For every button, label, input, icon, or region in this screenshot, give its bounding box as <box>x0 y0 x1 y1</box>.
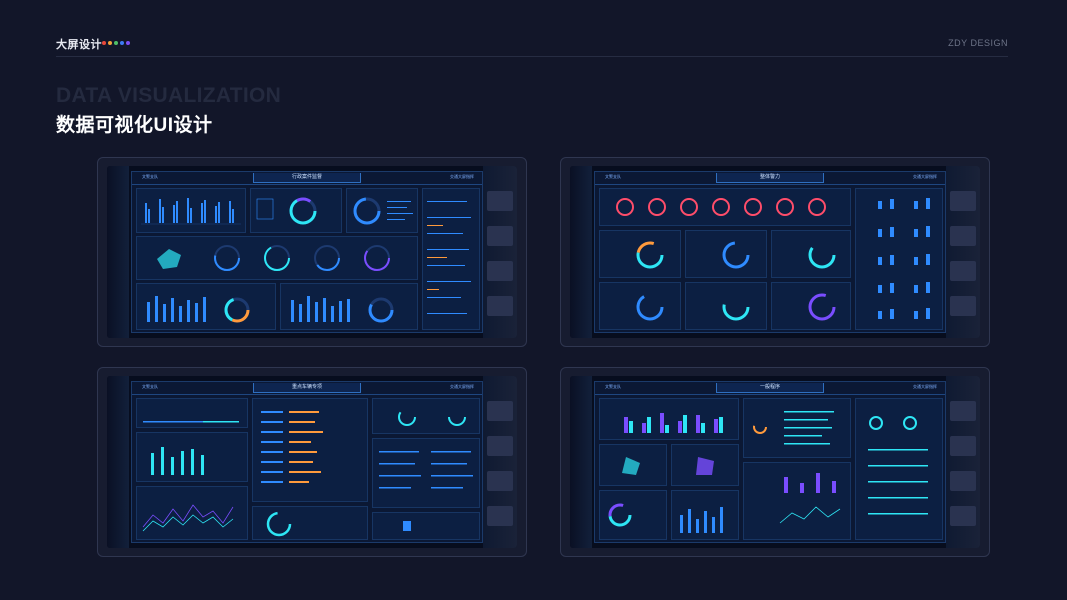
dashboard-screenshot: 文警支队 重点车辆专项 交通大屏指挥 <box>107 376 517 548</box>
dashboard-screenshot: 文警支队 行政案件监督 交通大屏指挥 <box>107 166 517 338</box>
dashboard-top-right: 交通大屏指挥 <box>913 174 937 179</box>
brand-dot <box>102 41 106 45</box>
dashboard-preview: 文警支队 行政案件监督 交通大屏指挥 <box>131 171 483 333</box>
brand-dots <box>102 41 130 45</box>
brand-dot <box>120 41 124 45</box>
dashboard-title: 行政案件监督 <box>253 173 361 183</box>
dashboard-preview: 文警支队 整体警力 交通大屏指挥 <box>594 171 946 333</box>
brand-title: 大屏设计 <box>56 39 102 51</box>
brand-dot <box>126 41 130 45</box>
brand-dot <box>114 41 118 45</box>
dashboard-sub: 文警支队 <box>142 174 158 179</box>
brand-dot <box>108 41 112 45</box>
dashboard-screenshot: 文警支队 整体警力 交通大屏指挥 <box>570 166 980 338</box>
dashboard-preview: 文警支队 重点车辆专项 交通大屏指挥 <box>131 381 483 543</box>
dashboard-card-4[interactable]: 文警支队 一般程序 交通大屏指挥 <box>560 367 990 557</box>
top-bar: 大屏设计 ZDY DESIGN <box>56 34 1008 57</box>
dashboard-preview: 文警支队 一般程序 交通大屏指挥 <box>594 381 946 543</box>
dashboard-screenshot: 文警支队 一般程序 交通大屏指挥 <box>570 376 980 548</box>
bar-cluster <box>141 198 241 225</box>
dashboard-sub: 文警支队 <box>605 174 621 179</box>
dashboard-top-right: 交通大屏指挥 <box>450 384 474 389</box>
dashboard-card-1[interactable]: 文警支队 行政案件监督 交通大屏指挥 <box>97 157 527 347</box>
dashboard-card-2[interactable]: 文警支队 整体警力 交通大屏指挥 <box>560 157 990 347</box>
dashboard-sub: 文警支队 <box>142 384 158 389</box>
dashboard-sub: 文警支队 <box>605 384 621 389</box>
studio-name: ZDY DESIGN <box>948 38 1008 48</box>
dashboard-top-right: 交通大屏指挥 <box>913 384 937 389</box>
dashboard-title: 一般程序 <box>716 383 824 393</box>
dashboard-title: 整体警力 <box>716 173 824 183</box>
background-title: DATA VISUALIZATION <box>56 84 282 107</box>
dashboard-title: 重点车辆专项 <box>253 383 361 393</box>
main-title: 数据可视化UI设计 <box>56 115 213 136</box>
dashboard-top-right: 交通大屏指挥 <box>450 174 474 179</box>
dashboard-card-3[interactable]: 文警支队 重点车辆专项 交通大屏指挥 <box>97 367 527 557</box>
